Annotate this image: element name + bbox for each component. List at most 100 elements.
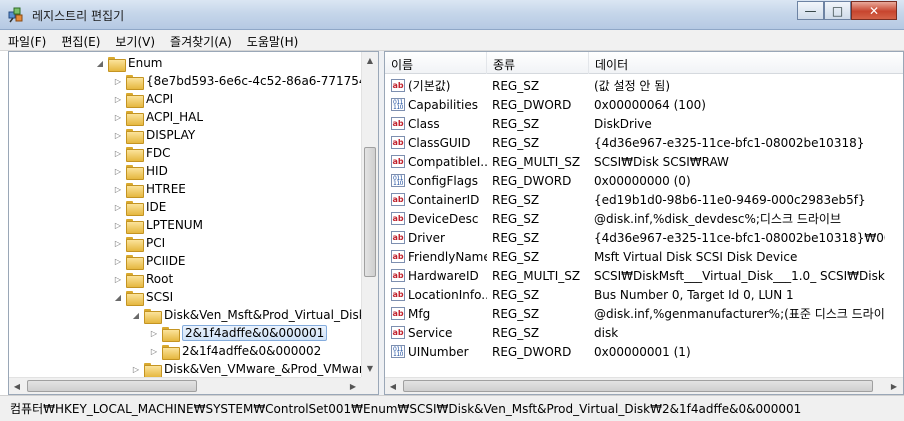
tree-item[interactable]: ▷ {8e7bd593-6e6c-4c52-86a6-77175494 [113, 72, 379, 90]
value-name-cell: ab HardwareID [385, 269, 487, 283]
tree-item[interactable]: ▷ ACPI [113, 90, 173, 108]
value-row[interactable]: ab FriendlyName REG_SZ Msft Virtual Disk SC… [385, 247, 885, 266]
value-name: Service [408, 325, 453, 340]
scroll-down-arrow-icon[interactable]: ▼ [362, 360, 378, 377]
expand-arrow-icon[interactable]: ▷ [113, 131, 123, 140]
scroll-left-arrow-icon[interactable]: ◀ [385, 378, 401, 394]
expand-arrow-icon[interactable]: ▷ [113, 149, 123, 158]
value-row[interactable]: ab Driver REG_SZ {4d36e967-e325-11ce-bfc1-0… [385, 228, 885, 247]
tree-item[interactable]: ▷ ACPI_HAL [113, 108, 203, 126]
value-type: REG_SZ [492, 287, 540, 302]
expand-arrow-icon[interactable]: ▷ [113, 77, 123, 86]
value-type: REG_SZ [492, 325, 540, 340]
expand-arrow-icon[interactable]: ▷ [113, 257, 123, 266]
column-header-name[interactable]: 이름 [385, 52, 487, 74]
menu-help[interactable]: 도움말(H) [239, 30, 306, 50]
list-horizontal-scrollbar[interactable]: ◀ ▶ [385, 377, 903, 394]
collapse-arrow-icon[interactable]: ◢ [113, 293, 123, 302]
value-data: (값 설정 안 됨) [594, 79, 671, 93]
scroll-up-arrow-icon[interactable]: ▲ [362, 52, 378, 69]
value-name: Capabilities [408, 97, 478, 112]
expand-arrow-icon[interactable]: ▷ [149, 347, 159, 356]
tree-item-label: Enum [128, 56, 163, 70]
tree-hscroll-thumb[interactable] [27, 380, 197, 392]
value-row[interactable]: ab (기본값) REG_SZ (값 설정 안 됨) [385, 76, 885, 95]
tree-item[interactable]: ▷ PCI [113, 234, 165, 252]
scroll-right-arrow-icon[interactable]: ▶ [345, 378, 361, 394]
expand-arrow-icon[interactable]: ▷ [113, 275, 123, 284]
list-hscroll-thumb[interactable] [403, 380, 873, 392]
tree-item-label: 2&1f4adffe&0&000002 [182, 344, 322, 358]
tree-item[interactable]: ▷ HID [113, 162, 168, 180]
scroll-left-arrow-icon[interactable]: ◀ [9, 378, 25, 394]
column-header-type[interactable]: 종류 [487, 52, 589, 74]
minimize-button[interactable]: — [797, 1, 824, 20]
tree-item[interactable]: ▷ FDC [113, 144, 171, 162]
string-value-icon: ab [391, 231, 405, 244]
folder-icon [126, 254, 144, 270]
value-row[interactable]: ab LocationInfo... REG_SZ Bus Number 0, Tar… [385, 285, 885, 304]
tree-item-label: ACPI_HAL [146, 110, 204, 124]
menu-view[interactable]: 보기(V) [107, 30, 162, 50]
expand-arrow-icon[interactable]: ▷ [113, 167, 123, 176]
value-row[interactable]: 011 110 Capabilities REG_DWORD 0x00000064 (1… [385, 95, 885, 114]
value-row[interactable]: 011 110 UINumber REG_DWORD 0x00000001 (1) [385, 342, 885, 361]
expand-arrow-icon[interactable]: ▷ [113, 203, 123, 212]
value-data: disk [594, 325, 619, 340]
expand-arrow-icon[interactable]: ▷ [113, 239, 123, 248]
menu-edit[interactable]: 편집(E) [53, 30, 107, 50]
expand-arrow-icon[interactable]: ▷ [113, 185, 123, 194]
folder-icon [126, 146, 144, 162]
expand-arrow-icon[interactable]: ▷ [131, 365, 141, 374]
value-name-cell: 011 110 ConfigFlags [385, 174, 487, 188]
value-row[interactable]: ab Mfg REG_SZ @disk.inf,%genmanufacturer%;(… [385, 304, 885, 323]
value-row[interactable]: ab ClassGUID REG_SZ {4d36e967-e325-11ce-bfc… [385, 133, 885, 152]
tree-horizontal-scrollbar[interactable]: ◀ ▶ [9, 377, 362, 394]
value-row[interactable]: ab Service REG_SZ disk [385, 323, 885, 342]
value-row[interactable]: ab Class REG_SZ DiskDrive [385, 114, 885, 133]
tree-item[interactable]: ▷ IDE [113, 198, 166, 216]
column-header-data[interactable]: 데이터 [589, 52, 903, 74]
tree-item[interactable]: ▷ Root [113, 270, 173, 288]
value-row[interactable]: ab HardwareID REG_MULTI_SZ SCSI₩DiskMsft___… [385, 266, 885, 285]
expand-arrow-icon[interactable]: ▷ [149, 329, 159, 338]
folder-icon [126, 272, 144, 288]
tree-item[interactable]: ▷ 2&1f4adffe&0&000001 [149, 324, 328, 342]
close-button[interactable]: ✕ [851, 1, 897, 20]
menu-file[interactable]: 파일(F) [0, 30, 53, 50]
expand-arrow-icon[interactable]: ▷ [113, 95, 123, 104]
menu-favorites[interactable]: 즐겨찾기(A) [162, 30, 239, 50]
expand-arrow-icon[interactable]: ▷ [113, 113, 123, 122]
collapse-arrow-icon[interactable]: ◢ [95, 59, 105, 68]
tree-item[interactable]: ◢ SCSI [113, 288, 173, 306]
folder-icon [126, 164, 144, 180]
value-list-pane[interactable]: 이름 종류 데이터 ab (기본값) REG_SZ (값 설정 안 됨) 011 110 C… [384, 51, 904, 395]
tree-item[interactable]: ▷ DISPLAY [113, 126, 195, 144]
value-name-cell: ab Mfg [385, 307, 487, 321]
value-row[interactable]: ab ContainerID REG_SZ {ed19b1d0-98b6-11e0-9… [385, 190, 885, 209]
value-row[interactable]: ab DeviceDesc REG_SZ @disk.inf,%disk_devdes… [385, 209, 885, 228]
tree-item[interactable]: ◢ Enum [95, 54, 162, 72]
scroll-right-arrow-icon[interactable]: ▶ [886, 378, 902, 394]
tree-item[interactable]: ▷ Disk&Ven_VMware_&Prod_VMware [131, 360, 371, 378]
value-row[interactable]: 011 110 ConfigFlags REG_DWORD 0x00000000 (0) [385, 171, 885, 190]
tree-item[interactable]: ◢ Disk&Ven_Msft&Prod_Virtual_Disk [131, 306, 366, 324]
key-tree-pane[interactable]: ◢ Enum ▷ {8e7bd593-6e6c-4c52-86a6-77175494 ▷… [8, 51, 379, 395]
tree-item[interactable]: ▷ PCIIDE [113, 252, 186, 270]
tree-item-label: {8e7bd593-6e6c-4c52-86a6-77175494 [146, 74, 379, 88]
collapse-arrow-icon[interactable]: ◢ [131, 311, 141, 320]
value-name-cell: ab ClassGUID [385, 136, 487, 150]
value-name: CompatibleI... [408, 154, 487, 169]
expand-arrow-icon[interactable]: ▷ [113, 221, 123, 230]
value-row[interactable]: ab CompatibleI... REG_MULTI_SZ SCSI₩Disk SC… [385, 152, 885, 171]
value-name: UINumber [408, 344, 469, 359]
tree-vertical-scrollbar[interactable]: ▲ ▼ [361, 52, 378, 377]
value-name-cell: ab DeviceDesc [385, 212, 487, 226]
tree-item[interactable]: ▷ LPTENUM [113, 216, 203, 234]
tree-item[interactable]: ▷ 2&1f4adffe&0&000002 [149, 342, 321, 360]
tree-scroll-thumb[interactable] [364, 147, 376, 277]
value-type: REG_MULTI_SZ [492, 268, 581, 283]
tree-item[interactable]: ▷ HTREE [113, 180, 186, 198]
value-data: SCSI₩DiskMsft___Virtual_Disk___1.0_ SCSI… [594, 268, 885, 283]
maximize-button[interactable]: □ [824, 1, 851, 20]
